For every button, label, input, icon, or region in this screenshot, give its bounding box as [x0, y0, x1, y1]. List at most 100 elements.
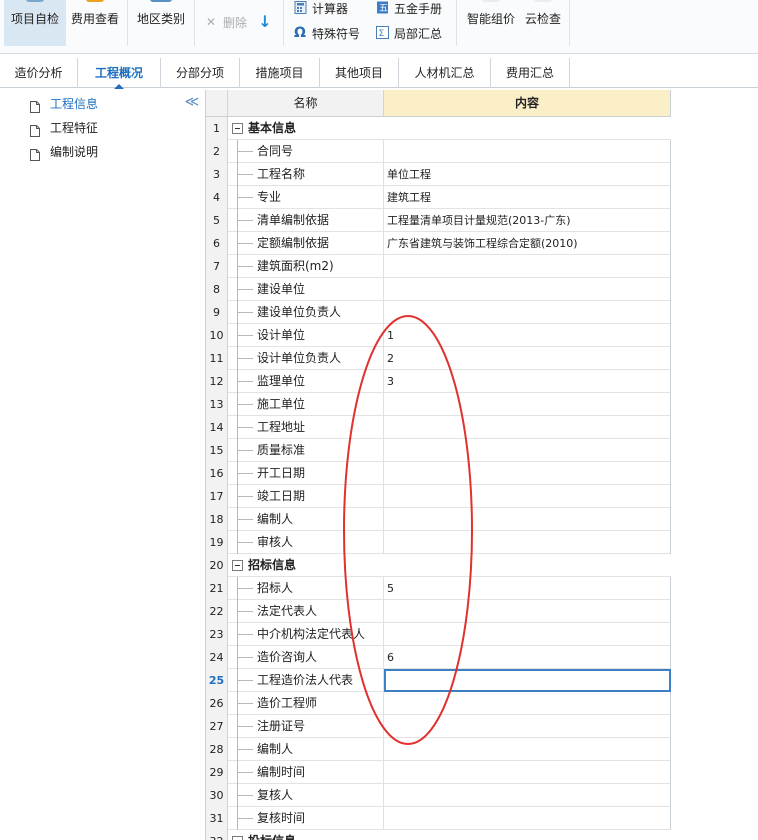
- table-row[interactable]: 7 建筑面积(m2): [206, 255, 671, 278]
- name-cell[interactable]: 审核人: [228, 531, 384, 554]
- region-category-button[interactable]: 地区类别: [130, 0, 192, 46]
- table-row[interactable]: 28 编制人: [206, 738, 671, 761]
- tree-item-project-info[interactable]: 工程信息: [30, 93, 98, 115]
- name-cell[interactable]: 注册证号: [228, 715, 384, 738]
- table-row[interactable]: 16 开工日期: [206, 462, 671, 485]
- value-cell[interactable]: [384, 692, 671, 715]
- name-cell[interactable]: 造价工程师: [228, 692, 384, 715]
- row-number[interactable]: 5: [206, 209, 228, 232]
- row-number[interactable]: 26: [206, 692, 228, 715]
- table-row[interactable]: 10 设计单位 1: [206, 324, 671, 347]
- value-cell[interactable]: [384, 393, 671, 416]
- row-number[interactable]: 20: [206, 554, 228, 577]
- value-cell[interactable]: [384, 301, 671, 324]
- name-cell[interactable]: 开工日期: [228, 462, 384, 485]
- name-cell[interactable]: 质量标准: [228, 439, 384, 462]
- row-number[interactable]: 28: [206, 738, 228, 761]
- table-row[interactable]: 26 造价工程师: [206, 692, 671, 715]
- name-cell[interactable]: 专业: [228, 186, 384, 209]
- value-cell[interactable]: 5: [384, 577, 671, 600]
- value-cell[interactable]: [384, 462, 671, 485]
- name-cell[interactable]: 复核人: [228, 784, 384, 807]
- tab-cost-analysis[interactable]: 造价分析: [0, 58, 78, 88]
- row-number[interactable]: 11: [206, 347, 228, 370]
- row-number[interactable]: 9: [206, 301, 228, 324]
- name-cell[interactable]: 建设单位负责人: [228, 301, 384, 324]
- row-number[interactable]: 25: [206, 669, 228, 692]
- collapse-group-icon[interactable]: [232, 836, 243, 840]
- table-row[interactable]: 17 竣工日期: [206, 485, 671, 508]
- value-cell[interactable]: 建筑工程: [384, 186, 671, 209]
- name-cell[interactable]: 投标信息: [228, 830, 671, 840]
- name-cell[interactable]: 工程地址: [228, 416, 384, 439]
- name-cell[interactable]: 竣工日期: [228, 485, 384, 508]
- row-number[interactable]: 32: [206, 830, 228, 840]
- value-cell[interactable]: [384, 439, 671, 462]
- value-cell[interactable]: 广东省建筑与装饰工程综合定额(2010): [384, 232, 671, 255]
- row-number[interactable]: 14: [206, 416, 228, 439]
- collapse-group-icon[interactable]: [232, 560, 243, 571]
- value-cell[interactable]: 单位工程: [384, 163, 671, 186]
- name-cell[interactable]: 施工单位: [228, 393, 384, 416]
- table-row[interactable]: 4 专业 建筑工程: [206, 186, 671, 209]
- value-cell[interactable]: [384, 416, 671, 439]
- project-self-check-button[interactable]: 项目自检: [4, 0, 66, 46]
- name-cell[interactable]: 编制人: [228, 508, 384, 531]
- row-number[interactable]: 22: [206, 600, 228, 623]
- table-row[interactable]: 9 建设单位负责人: [206, 301, 671, 324]
- row-number[interactable]: 4: [206, 186, 228, 209]
- name-cell[interactable]: 监理单位: [228, 370, 384, 393]
- value-cell[interactable]: [384, 623, 671, 646]
- tab-measures[interactable]: 措施项目: [240, 58, 320, 88]
- row-number[interactable]: 18: [206, 508, 228, 531]
- table-row[interactable]: 24 造价咨询人 6: [206, 646, 671, 669]
- row-number[interactable]: 13: [206, 393, 228, 416]
- table-row[interactable]: 18 编制人: [206, 508, 671, 531]
- table-row[interactable]: 13 施工单位: [206, 393, 671, 416]
- tab-project-overview[interactable]: 工程概况: [78, 58, 161, 89]
- name-cell[interactable]: 建设单位: [228, 278, 384, 301]
- name-cell[interactable]: 招标人: [228, 577, 384, 600]
- table-row[interactable]: 3 工程名称 单位工程: [206, 163, 671, 186]
- cloud-check-button[interactable]: 云检查: [520, 0, 566, 46]
- table-row[interactable]: 19 审核人: [206, 531, 671, 554]
- row-number[interactable]: 17: [206, 485, 228, 508]
- value-cell[interactable]: [384, 508, 671, 531]
- tree-item-project-features[interactable]: 工程特征: [30, 117, 98, 139]
- tab-labor-material-summary[interactable]: 人材机汇总: [399, 58, 491, 88]
- name-cell[interactable]: 建筑面积(m2): [228, 255, 384, 278]
- table-row[interactable]: 11 设计单位负责人 2: [206, 347, 671, 370]
- value-cell[interactable]: [384, 669, 671, 692]
- name-cell[interactable]: 定额编制依据: [228, 232, 384, 255]
- row-number[interactable]: 15: [206, 439, 228, 462]
- name-cell[interactable]: 复核时间: [228, 807, 384, 830]
- name-cell[interactable]: 造价咨询人: [228, 646, 384, 669]
- value-cell[interactable]: [384, 761, 671, 784]
- value-cell[interactable]: [384, 807, 671, 830]
- value-cell[interactable]: [384, 600, 671, 623]
- table-row[interactable]: 15 质量标准: [206, 439, 671, 462]
- hardware-manual-button[interactable]: 五 五金手册: [375, 0, 442, 18]
- collapse-group-icon[interactable]: [232, 123, 243, 134]
- name-cell[interactable]: 法定代表人: [228, 600, 384, 623]
- row-number[interactable]: 21: [206, 577, 228, 600]
- move-down-button[interactable]: ↓: [258, 12, 277, 32]
- table-row[interactable]: 21 招标人 5: [206, 577, 671, 600]
- value-cell[interactable]: 2: [384, 347, 671, 370]
- row-number[interactable]: 29: [206, 761, 228, 784]
- name-cell[interactable]: 清单编制依据: [228, 209, 384, 232]
- collapse-panel-icon[interactable]: ≪: [184, 94, 200, 110]
- delete-button[interactable]: ✕ 删除: [204, 12, 247, 32]
- partial-summary-button[interactable]: Σ 局部汇总: [375, 23, 442, 43]
- row-number[interactable]: 7: [206, 255, 228, 278]
- row-number[interactable]: 23: [206, 623, 228, 646]
- value-cell[interactable]: 工程量清单项目计量规范(2013-广东): [384, 209, 671, 232]
- table-row[interactable]: 5 清单编制依据 工程量清单项目计量规范(2013-广东): [206, 209, 671, 232]
- row-number[interactable]: 2: [206, 140, 228, 163]
- name-cell[interactable]: 基本信息: [228, 117, 671, 140]
- row-number[interactable]: 3: [206, 163, 228, 186]
- table-row[interactable]: 23 中介机构法定代表人: [206, 623, 671, 646]
- row-number[interactable]: 8: [206, 278, 228, 301]
- column-header-name[interactable]: 名称: [228, 90, 384, 117]
- row-number[interactable]: 27: [206, 715, 228, 738]
